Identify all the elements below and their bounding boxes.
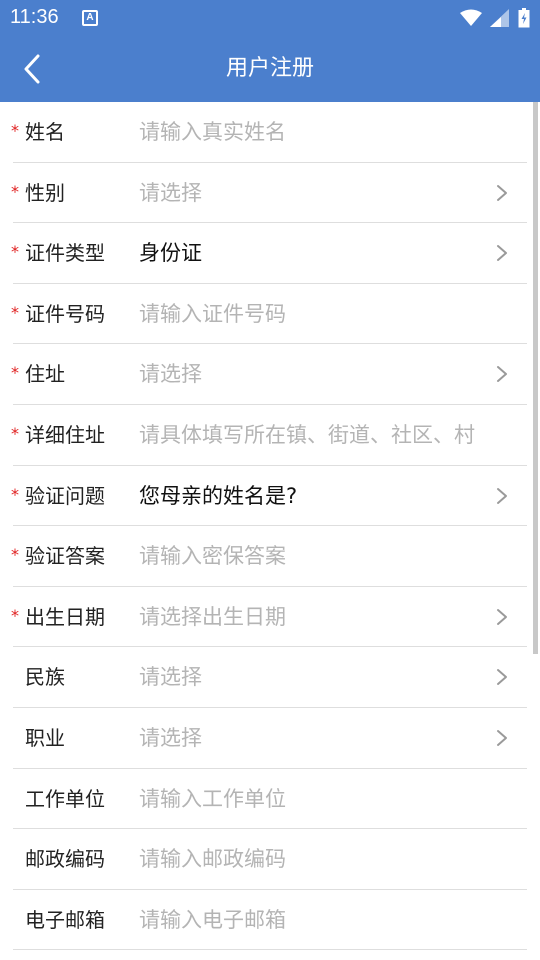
form-row[interactable]: 职业 请选择: [13, 708, 527, 769]
field-select[interactable]: 请选择出生日期: [139, 587, 491, 647]
chevron-right-icon: [497, 608, 507, 625]
field-select[interactable]: 请选择: [139, 647, 491, 707]
field-label: 详细住址: [25, 422, 105, 447]
chevron-right-icon: [497, 669, 507, 686]
field-select[interactable]: 您母亲的姓名是?: [139, 466, 491, 526]
required-mark: *: [11, 121, 19, 140]
required-mark: *: [11, 242, 19, 262]
field-select[interactable]: 请选择: [139, 163, 491, 223]
status-bar: 11:36 A: [0, 0, 540, 36]
field-label: 工作单位: [25, 786, 105, 811]
field-select[interactable]: 身份证: [139, 223, 491, 283]
field-label: 住址: [25, 362, 65, 387]
required-mark: *: [11, 545, 19, 565]
field-label: 证件类型: [25, 241, 105, 266]
chevron-right-icon: [497, 729, 507, 746]
form-row[interactable]: * 验证问题 您母亲的姓名是?: [11, 466, 527, 527]
form-row[interactable]: * 详细住址 请具体填写所在镇、街道、社区、村: [11, 405, 527, 466]
field-input[interactable]: 请输入密保答案: [139, 526, 491, 586]
form-row[interactable]: 邮政编码 请输入邮政编码: [13, 829, 527, 890]
form-row[interactable]: * 性别 请选择: [11, 163, 527, 224]
registration-form: * 姓名 请输入真实姓名 * 性别 请选择 * 证件类型 身份证 * 证件号码 请输入证件号码 * 住址请…: [0, 102, 540, 951]
field-input[interactable]: 请具体填写所在镇、街道、社区、村: [139, 405, 491, 465]
required-mark: *: [11, 484, 19, 504]
field-label: 职业: [25, 725, 65, 750]
field-label: 电子邮箱: [25, 907, 105, 932]
field-label: 姓名: [25, 120, 65, 144]
chevron-right-icon: [497, 184, 507, 201]
field-label: 验证答案: [25, 544, 105, 569]
required-mark: *: [11, 423, 19, 443]
required-mark: *: [11, 363, 19, 383]
form-row[interactable]: 民族 请选择: [13, 647, 527, 708]
signal-icon: [490, 9, 509, 27]
field-select[interactable]: 请选择: [139, 708, 491, 768]
battery-icon: [518, 8, 530, 28]
field-input[interactable]: 请输入邮政编码: [139, 829, 491, 889]
app-header: 用户注册: [0, 36, 540, 102]
field-input[interactable]: 请输入证件号码: [139, 284, 491, 344]
form-row[interactable]: * 证件号码 请输入证件号码: [11, 284, 527, 345]
page-title: 用户注册: [225, 56, 314, 81]
form-row[interactable]: 工作单位 请输入工作单位: [13, 769, 527, 830]
field-label: 证件号码: [25, 301, 105, 326]
field-label: 验证问题: [25, 483, 105, 508]
form-row[interactable]: * 住址 请选择: [11, 344, 527, 405]
field-label: 出生日期: [25, 604, 105, 629]
form-row[interactable]: * 姓名 请输入真实姓名: [11, 102, 527, 163]
chevron-right-icon: [497, 366, 507, 383]
field-label: 邮政编码: [25, 847, 105, 872]
chevron-right-icon: [497, 487, 507, 504]
chevron-right-icon: [497, 245, 507, 262]
required-mark: *: [11, 605, 19, 625]
field-select[interactable]: 请选择: [139, 344, 491, 404]
status-time: 11:36: [10, 6, 59, 28]
field-label: 性别: [25, 180, 65, 205]
required-mark: *: [11, 181, 19, 201]
form-row[interactable]: * 证件类型 身份证: [11, 223, 527, 284]
field-input[interactable]: 请输入工作单位: [139, 769, 491, 829]
form-row[interactable]: 电子邮箱 请输入电子邮箱: [13, 890, 527, 951]
field-input[interactable]: 请输入电子邮箱: [139, 890, 491, 950]
required-mark: *: [11, 302, 19, 322]
wifi-icon: [460, 9, 482, 26]
form-row[interactable]: * 出生日期 请选择出生日期: [11, 587, 527, 648]
notification-icon: A: [82, 10, 98, 26]
field-input[interactable]: 请输入真实姓名: [139, 102, 491, 162]
field-label: 民族: [25, 665, 65, 690]
scrollbar[interactable]: [533, 102, 538, 654]
system-icons: [460, 7, 530, 29]
form-row[interactable]: * 验证答案 请输入密保答案: [11, 526, 527, 587]
